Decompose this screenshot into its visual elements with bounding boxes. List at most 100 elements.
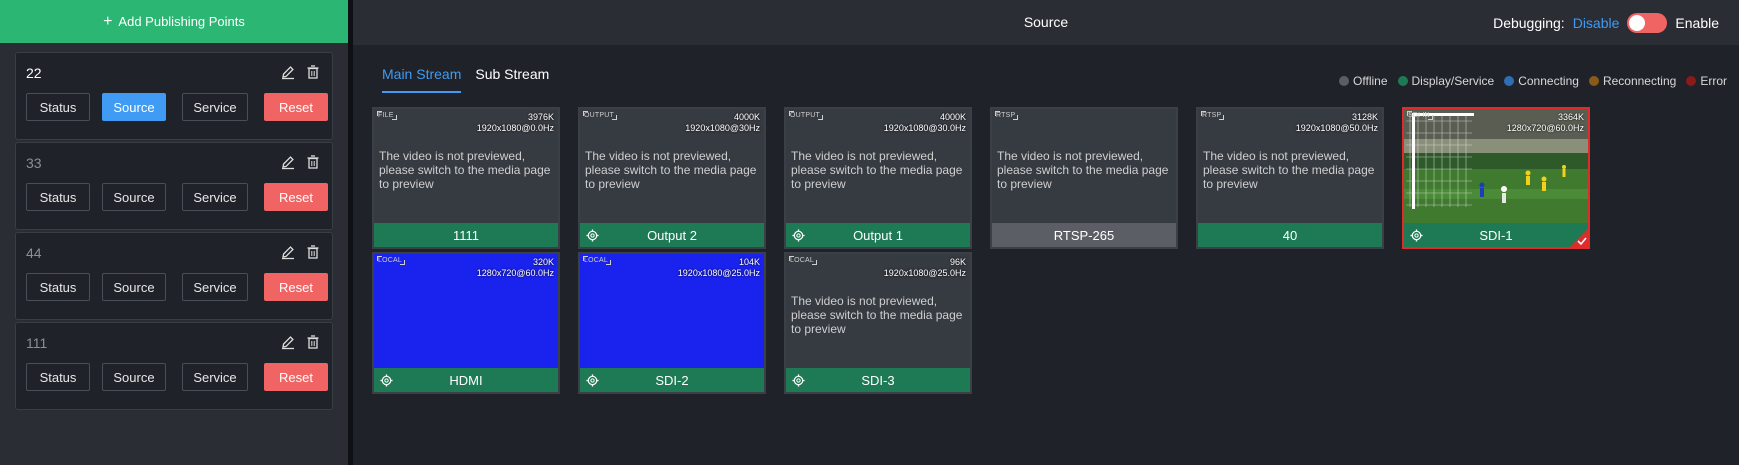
publishing-point-card: 33 Status Source Service Reset — [15, 142, 333, 230]
delete-icon[interactable] — [305, 334, 321, 350]
source-name: SDI-1 — [1404, 223, 1588, 247]
service-button[interactable]: Service — [182, 363, 248, 391]
source-tile[interactable]: The video is not previewed, please switc… — [1196, 107, 1384, 249]
edit-icon[interactable] — [280, 334, 296, 350]
source-tile[interactable]: The video is not previewed, please switc… — [372, 107, 560, 249]
edit-icon[interactable] — [280, 154, 296, 170]
tab-sub-stream[interactable]: Sub Stream — [475, 66, 549, 93]
resolution: 1920x1080@0.0Hz — [476, 123, 554, 133]
source-type-tag: LOCAL — [789, 256, 817, 265]
bitrate: 4000K — [939, 112, 966, 122]
source-tile[interactable]: LOCAL 104K 1920x1080@25.0Hz SDI-2 — [578, 252, 766, 394]
gear-icon[interactable] — [586, 229, 599, 242]
legend-label: Connecting — [1518, 74, 1579, 88]
source-type-tag: OUTPUT — [583, 111, 617, 120]
source-name: SDI-2 — [580, 368, 764, 392]
delete-icon[interactable] — [305, 244, 321, 260]
status-legend: Offline Display/Service Connecting Recon… — [1339, 74, 1727, 88]
publishing-point-name: 111 — [26, 335, 48, 351]
source-name-label: Output 1 — [853, 227, 903, 243]
status-button[interactable]: Status — [26, 363, 90, 391]
app-root: + Add Publishing Points 22 Status Source… — [0, 0, 1739, 465]
publishing-point-card: 44 Status Source Service Reset — [15, 232, 333, 320]
source-name: 1111 — [374, 223, 558, 247]
offline-dot-icon — [1339, 76, 1350, 86]
resolution: 1920x1080@30Hz — [685, 123, 760, 133]
source-name: 40 — [1198, 223, 1382, 247]
gear-icon[interactable] — [586, 374, 599, 387]
error-dot-icon — [1686, 76, 1697, 86]
connecting-dot-icon — [1504, 76, 1515, 86]
source-button[interactable]: Source — [102, 363, 166, 391]
add-publishing-points-button[interactable]: + Add Publishing Points — [0, 0, 348, 43]
preview-message: The video is not previewed, please switc… — [585, 149, 757, 191]
source-name: SDI-3 — [786, 368, 970, 392]
publishing-point-name: 22 — [26, 65, 42, 81]
preview-message: The video is not previewed, please switc… — [791, 149, 963, 191]
legend-item: Connecting — [1504, 74, 1579, 88]
source-button[interactable]: Source — [102, 183, 166, 211]
debugging-control: Debugging: Disable Enable — [1493, 13, 1719, 33]
edit-icon[interactable] — [280, 64, 296, 80]
source-tile[interactable]: The video is not previewed, please switc… — [990, 107, 1178, 249]
gear-icon[interactable] — [1410, 229, 1423, 242]
delete-icon[interactable] — [305, 154, 321, 170]
bitrate: 104K — [738, 257, 760, 267]
source-type-tag: RTSP — [1200, 111, 1225, 120]
delete-icon[interactable] — [305, 64, 321, 80]
legend-label: Reconnecting — [1602, 74, 1677, 88]
publishing-point-name: 33 — [26, 155, 42, 171]
display-dot-icon — [1397, 76, 1408, 86]
edit-icon[interactable] — [280, 244, 296, 260]
reset-button[interactable]: Reset — [264, 363, 328, 391]
reset-button[interactable]: Reset — [264, 93, 328, 121]
source-button[interactable]: Source — [102, 93, 166, 121]
tab-main-stream[interactable]: Main Stream — [382, 66, 462, 93]
reset-button[interactable]: Reset — [264, 183, 328, 211]
service-button[interactable]: Service — [182, 93, 248, 121]
source-tile-selected[interactable]: SDI IN 3364K 1280x720@60.0Hz SDI-1 — [1402, 107, 1590, 249]
bitrate: 320K — [532, 257, 554, 267]
debugging-toggle[interactable] — [1627, 13, 1668, 33]
bitrate: 3128K — [1351, 112, 1378, 122]
resolution: 1280x720@60.0Hz — [476, 268, 554, 278]
status-button[interactable]: Status — [26, 183, 90, 211]
service-button[interactable]: Service — [182, 273, 248, 301]
source-name: Output 1 — [786, 223, 970, 247]
source-type-tag: SDI IN — [1407, 111, 1433, 120]
legend-label: Display/Service — [1411, 74, 1495, 88]
reset-button[interactable]: Reset — [264, 273, 328, 301]
source-tile[interactable]: The video is not previewed, please switc… — [784, 107, 972, 249]
preview-message: The video is not previewed, please switc… — [379, 149, 551, 191]
enable-label[interactable]: Enable — [1675, 15, 1719, 31]
disable-label[interactable]: Disable — [1573, 15, 1620, 31]
source-type-tag: OUTPUT — [789, 111, 823, 120]
source-name: HDMI — [374, 368, 558, 392]
source-button[interactable]: Source — [102, 273, 166, 301]
service-button[interactable]: Service — [182, 183, 248, 211]
source-tile[interactable]: LOCAL 320K 1280x720@60.0Hz HDMI — [372, 252, 560, 394]
main-content: Main Stream Sub Stream Offline Display/S… — [353, 45, 1739, 465]
gear-icon[interactable] — [380, 374, 393, 387]
source-tile[interactable]: The video is not previewed, please switc… — [578, 107, 766, 249]
preview-message: The video is not previewed, please switc… — [1203, 149, 1375, 191]
publishing-point-name: 44 — [26, 245, 42, 261]
bitrate: 3364K — [1557, 112, 1584, 122]
resolution: 1920x1080@25.0Hz — [677, 268, 760, 278]
source-type-tag: LOCAL — [583, 256, 611, 265]
gear-icon[interactable] — [792, 374, 805, 387]
resolution: 1280x720@60.0Hz — [1506, 123, 1584, 133]
stream-tabs: Main Stream Sub Stream — [382, 66, 549, 93]
status-button[interactable]: Status — [26, 273, 90, 301]
resolution: 1920x1080@30.0Hz — [883, 123, 966, 133]
legend-item: Display/Service — [1397, 74, 1495, 88]
source-tile[interactable]: The video is not previewed, please switc… — [784, 252, 972, 394]
debugging-label: Debugging: — [1493, 15, 1565, 31]
source-name-label: SDI-3 — [861, 372, 895, 388]
status-button[interactable]: Status — [26, 93, 90, 121]
legend-label: Error — [1700, 74, 1727, 88]
gear-icon[interactable] — [792, 229, 805, 242]
plus-icon: + — [103, 12, 113, 30]
sidebar: + Add Publishing Points 22 Status Source… — [0, 0, 348, 465]
preview-message: The video is not previewed, please switc… — [791, 294, 963, 336]
